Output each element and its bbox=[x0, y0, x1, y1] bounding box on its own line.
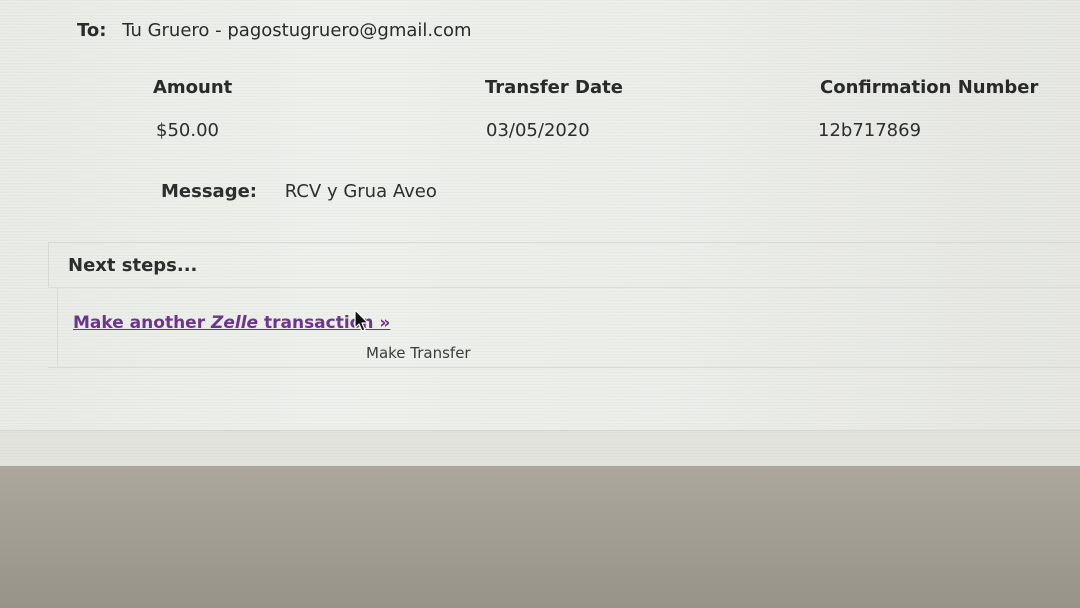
monitor-bezel bbox=[0, 466, 1080, 608]
next-steps-header: Next steps... bbox=[48, 243, 1080, 288]
transfer-date-value: 03/05/2020 bbox=[486, 120, 590, 141]
link-suffix: transaction » bbox=[258, 313, 391, 333]
recipient-row: To: Tu Gruero - pagostugruero@gmail.com bbox=[77, 20, 472, 41]
make-another-zelle-transaction-link[interactable]: Make another Zelle transaction » bbox=[73, 313, 390, 333]
link-prefix: Make another bbox=[73, 313, 212, 333]
confirmation-number-header: Confirmation Number bbox=[820, 77, 1039, 98]
recipient-value: Tu Gruero - pagostugruero@gmail.com bbox=[122, 20, 472, 41]
message-value: RCV y Grua Aveo bbox=[284, 181, 437, 202]
amount-value: $50.00 bbox=[156, 120, 219, 141]
message-row: Message: RCV y Grua Aveo bbox=[161, 181, 437, 202]
make-transfer-tooltip: Make Transfer bbox=[366, 344, 471, 362]
link-brand: Zelle bbox=[211, 313, 259, 333]
arrow-cursor-icon bbox=[354, 309, 369, 332]
transfer-date-header: Transfer Date bbox=[485, 77, 623, 98]
amount-header: Amount bbox=[153, 77, 233, 98]
browser-viewport: To: Tu Gruero - pagostugruero@gmail.com … bbox=[0, 0, 1080, 467]
next-steps-panel: Next steps... Make another Zelle transac… bbox=[48, 242, 1080, 368]
recipient-label: To: bbox=[77, 20, 107, 41]
next-steps-title: Next steps... bbox=[68, 255, 198, 276]
message-label: Message: bbox=[161, 181, 257, 202]
confirmation-number-value: 12b717869 bbox=[818, 120, 922, 141]
page-footer-area bbox=[0, 430, 1080, 467]
